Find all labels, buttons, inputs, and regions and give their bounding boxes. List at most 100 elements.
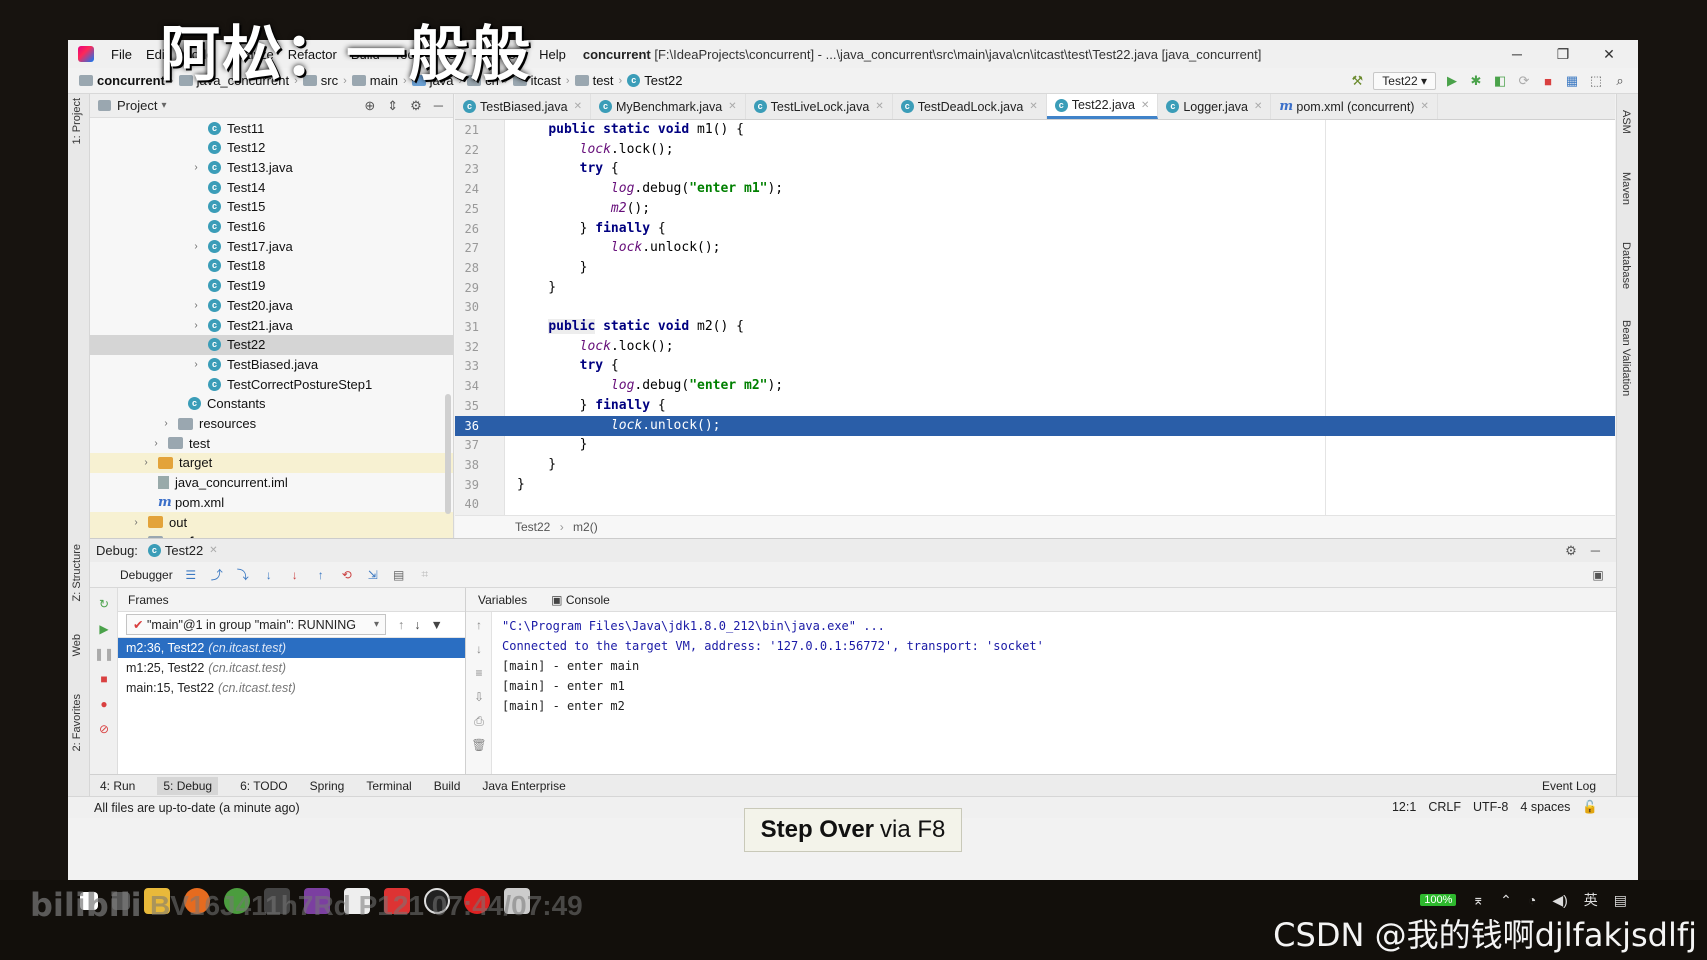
tree-item[interactable]: c Test16 [90, 217, 453, 237]
profile-icon[interactable]: ⟳ [1516, 73, 1532, 89]
code-line[interactable]: 27 lock.unlock(); [455, 238, 1615, 258]
drop-frame-icon[interactable]: ⟲ [339, 567, 355, 583]
chevron-right-icon[interactable]: › [190, 241, 202, 252]
code-line[interactable]: 23 try { [455, 159, 1615, 179]
arrow-down-icon[interactable]: ↓ [414, 618, 420, 632]
resume-icon[interactable]: ▶ [96, 621, 112, 637]
tree-item[interactable]: c Constants [90, 394, 453, 414]
lock-icon[interactable]: 🔓 [1582, 800, 1598, 815]
battery-icon[interactable]: 100% [1420, 894, 1457, 906]
wifi-icon[interactable]: ◔ [1528, 892, 1536, 908]
line-number[interactable]: 39 [455, 475, 479, 495]
code-line[interactable]: 22 lock.lock(); [455, 140, 1615, 160]
line-number[interactable]: 29 [455, 278, 479, 298]
line-number[interactable]: 37 [455, 435, 479, 455]
tool-window-tab[interactable]: 6: TODO [240, 779, 288, 793]
tree-item[interactable]: › c Test20.java [90, 295, 453, 315]
close-icon[interactable]: ✕ [1420, 101, 1428, 112]
tool-window-tab[interactable]: Build [434, 779, 461, 793]
editor-tab[interactable]: c MyBenchmark.java ✕ [591, 94, 746, 119]
close-icon[interactable]: ✕ [1586, 46, 1632, 63]
close-icon[interactable]: ✕ [209, 545, 217, 556]
minimize-icon[interactable]: ─ [1494, 46, 1540, 62]
tool-tab-database[interactable]: Database [1620, 242, 1632, 289]
code-line[interactable]: 28 } [455, 258, 1615, 278]
arrow-up-icon[interactable]: ↑ [471, 618, 487, 634]
tool-tab-favorites[interactable]: 2: Favorites [71, 694, 83, 751]
run-to-cursor-icon[interactable]: ⇲ [365, 567, 381, 583]
code-line[interactable]: 30 [455, 297, 1615, 317]
volume-icon[interactable]: ◀) [1552, 892, 1567, 909]
tree-item[interactable]: c Test19 [90, 276, 453, 296]
ime-indicator[interactable]: 英 [1584, 890, 1598, 910]
code-line[interactable]: 34 log.debug("enter m2"); [455, 376, 1615, 396]
evaluate-icon[interactable]: ▤ [391, 567, 407, 583]
layout-icon[interactable]: ⬚ [1588, 73, 1604, 89]
chevron-up-icon[interactable]: ⌃ [1500, 892, 1512, 909]
line-number[interactable]: 26 [455, 219, 479, 239]
line-number[interactable]: 31 [455, 317, 479, 337]
chevron-down-icon[interactable]: ▾ [161, 100, 166, 111]
editor-tab[interactable]: c TestLiveLock.java ✕ [746, 94, 893, 119]
chevron-right-icon[interactable]: › [190, 300, 202, 311]
tree-item[interactable]: java_concurrent.iml [90, 473, 453, 493]
code-line[interactable]: 37 } [455, 435, 1615, 455]
locate-icon[interactable]: ⊕ [364, 98, 375, 114]
line-separator[interactable]: CRLF [1428, 800, 1461, 815]
close-icon[interactable]: ✕ [574, 101, 582, 112]
show-execution-point-icon[interactable]: ⤴ [209, 567, 225, 583]
hide-icon[interactable]: ─ [1591, 543, 1600, 559]
tool-window-tab[interactable]: Java Enterprise [482, 779, 565, 793]
code-line[interactable]: 24 log.debug("enter m1"); [455, 179, 1615, 199]
tree-item[interactable]: › out [90, 512, 453, 532]
force-step-into-icon[interactable]: ↓ [287, 567, 303, 583]
caret-position[interactable]: 12:1 [1392, 800, 1416, 815]
list-icon[interactable]: ☰ [183, 567, 199, 583]
stack-frame[interactable]: m1:25, Test22 (cn.itcast.test) [118, 658, 465, 678]
code-editor[interactable]: 21 public static void m1() {22 lock.lock… [455, 120, 1615, 538]
line-number[interactable]: 21 [455, 120, 479, 140]
code-line[interactable]: 39} [455, 475, 1615, 495]
code-line[interactable]: 40 [455, 494, 1615, 514]
line-number[interactable]: 40 [455, 494, 479, 514]
code-line[interactable]: 35 } finally { [455, 396, 1615, 416]
tool-tab-maven[interactable]: Maven [1620, 172, 1632, 205]
code-line[interactable]: 21 public static void m1() { [455, 120, 1615, 140]
line-number[interactable]: 38 [455, 455, 479, 475]
tab-variables[interactable]: Variables [478, 593, 527, 607]
editor-tab[interactable]: m pom.xml (concurrent) ✕ [1271, 94, 1438, 119]
editor-tab[interactable]: c Test22.java ✕ [1046, 94, 1159, 119]
tree-item[interactable]: › test [90, 433, 453, 453]
network-icon[interactable]: ⌆ [1472, 892, 1484, 909]
project-structure-icon[interactable]: ▦ [1564, 73, 1580, 89]
tree-item[interactable]: › c Test17.java [90, 236, 453, 256]
stack-frame[interactable]: m2:36, Test22 (cn.itcast.test) [118, 638, 465, 658]
tree-item[interactable]: › c TestBiased.java [90, 354, 453, 374]
notification-icon[interactable]: ▤ [1614, 892, 1627, 909]
tool-window-tab[interactable]: 4: Run [100, 779, 135, 793]
tree-item[interactable]: c Test12 [90, 138, 453, 158]
tree-item[interactable]: › c Test21.java [90, 315, 453, 335]
tree-item[interactable]: c Test15 [90, 197, 453, 217]
breadcrumb-concurrent[interactable]: concurrent [76, 73, 168, 88]
tool-tab-web[interactable]: Web [71, 634, 83, 656]
indent-setting[interactable]: 4 spaces [1520, 800, 1570, 815]
event-log-button[interactable]: Event Log [1542, 779, 1616, 793]
step-out-icon[interactable]: ↑ [313, 567, 329, 583]
arrow-down-icon[interactable]: ↓ [471, 642, 487, 658]
line-number[interactable]: 30 [455, 297, 479, 317]
code-line[interactable]: 29 } [455, 278, 1615, 298]
line-number[interactable]: 34 [455, 376, 479, 396]
chevron-right-icon[interactable]: › [150, 438, 162, 449]
code-line[interactable]: 32 lock.lock(); [455, 337, 1615, 357]
chevron-right-icon[interactable]: › [190, 359, 202, 370]
frames-title[interactable]: Frames [118, 588, 465, 612]
breadcrumb-method[interactable]: m2() [573, 520, 598, 534]
tree-item[interactable]: › resources [90, 414, 453, 434]
gear-icon[interactable]: ⚙ [1565, 543, 1577, 559]
code-line[interactable]: 31 public static void m2() { [455, 317, 1615, 337]
close-icon[interactable]: ✕ [1029, 101, 1037, 112]
close-icon[interactable]: ✕ [1141, 100, 1149, 111]
code-line[interactable]: 26 } finally { [455, 219, 1615, 239]
menu-help[interactable]: Help [532, 47, 573, 62]
